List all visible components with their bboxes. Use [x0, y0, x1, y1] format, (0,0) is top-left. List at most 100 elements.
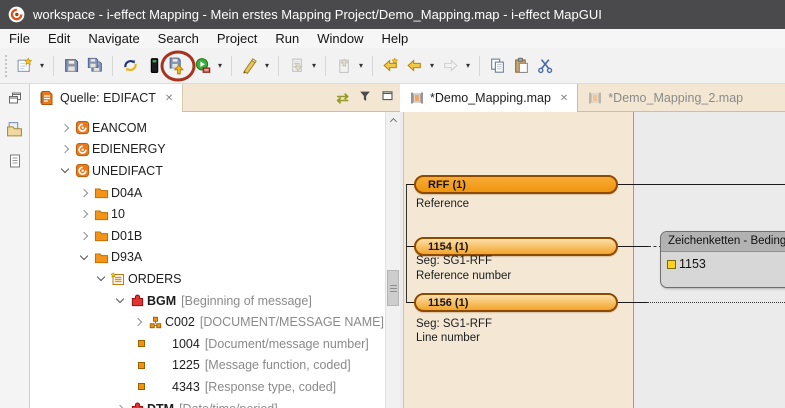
- menu-window[interactable]: Window: [308, 31, 372, 46]
- refresh-icon[interactable]: [118, 53, 142, 79]
- save-all-icon[interactable]: [83, 53, 107, 79]
- scrollbar-thumb[interactable]: [387, 270, 399, 306]
- tree-item-4343[interactable]: 4343 [Response type, coded]: [30, 376, 385, 398]
- tree-desc: [Beginning of message]: [181, 294, 312, 308]
- chevron-down-icon[interactable]: [94, 277, 108, 280]
- tree-item-dtm-partial[interactable]: DTM [Date/time/period]: [30, 398, 385, 408]
- export-icon[interactable]: [331, 53, 355, 79]
- menu-help[interactable]: Help: [372, 31, 417, 46]
- chevron-right-icon[interactable]: [131, 319, 145, 325]
- new-wizard-icon[interactable]: [12, 53, 36, 79]
- chevron-right-icon[interactable]: [77, 211, 91, 217]
- title-bar: workspace - i-effect Mapping - Mein erst…: [0, 0, 785, 29]
- toolbar-separator: [278, 56, 279, 76]
- function-box-item-1153[interactable]: 1153: [661, 252, 785, 271]
- menu-navigate[interactable]: Navigate: [79, 31, 148, 46]
- marker-icon[interactable]: [237, 53, 261, 79]
- paste-icon[interactable]: [509, 53, 533, 79]
- app-window: workspace - i-effect Mapping - Mein erst…: [0, 0, 785, 408]
- import-icon[interactable]: [284, 53, 308, 79]
- tree-label: D04A: [111, 186, 142, 200]
- function-box-zeichenketten[interactable]: Zeichenketten - Beding 1153: [660, 231, 785, 288]
- forward-icon[interactable]: [438, 53, 462, 79]
- menu-file[interactable]: File: [0, 31, 39, 46]
- source-view-header: Quelle: EDIFACT ✕ ⇄: [30, 84, 400, 112]
- tree-label: EDIENERGY: [92, 142, 166, 156]
- mapping-line-1156[interactable]: [618, 302, 647, 303]
- mapping-line-1154[interactable]: [618, 246, 648, 247]
- window-title: workspace - i-effect Mapping - Mein erst…: [33, 7, 602, 22]
- i-effect-icon: [72, 120, 92, 135]
- tree-item-unedifact[interactable]: UNEDIFACT: [30, 160, 385, 182]
- toolbar-grip: [5, 55, 8, 77]
- run-dropdown-arrow[interactable]: ▾: [214, 61, 226, 70]
- copy-icon[interactable]: [485, 53, 509, 79]
- element-icon: [138, 383, 145, 390]
- back-dropdown-arrow[interactable]: ▾: [426, 61, 438, 70]
- menu-run[interactable]: Run: [266, 31, 308, 46]
- tree-item-edienergy[interactable]: EDIENERGY: [30, 139, 385, 161]
- document-icon[interactable]: [7, 153, 23, 174]
- tree-desc: [Message function, coded]: [205, 358, 351, 372]
- element-node-1154[interactable]: 1154 (1): [414, 237, 618, 256]
- menu-edit[interactable]: Edit: [39, 31, 79, 46]
- mapping-line-rff[interactable]: [618, 184, 785, 185]
- link-with-editor-icon[interactable]: ⇄: [336, 89, 349, 107]
- tree-item-10[interactable]: 10: [30, 203, 385, 225]
- fast-view-rail: [0, 84, 30, 408]
- new-dropdown-arrow[interactable]: ▾: [36, 61, 48, 70]
- tree-item-d93a[interactable]: D93A: [30, 247, 385, 269]
- tree-item-c002[interactable]: C002 [DOCUMENT/MESSAGE NAME]: [30, 311, 385, 333]
- tab-demo-mapping-2[interactable]: *Demo_Mapping_2.map: [578, 84, 752, 112]
- chevron-right-icon[interactable]: [77, 233, 91, 239]
- scroll-up-arrow[interactable]: [386, 112, 400, 127]
- map-file-icon: [587, 90, 603, 106]
- save-icon[interactable]: [59, 53, 83, 79]
- tree-label: BGM: [147, 294, 176, 308]
- menu-search[interactable]: Search: [149, 31, 208, 46]
- device-icon[interactable]: [142, 53, 166, 79]
- tree-item-d01b[interactable]: D01B: [30, 225, 385, 247]
- tree-item-orders[interactable]: ORDERS: [30, 268, 385, 290]
- filter-icon[interactable]: [358, 89, 372, 108]
- save-to-host-icon[interactable]: [166, 53, 190, 79]
- element-node-1156[interactable]: 1156 (1): [414, 293, 618, 312]
- close-icon[interactable]: ✕: [165, 93, 173, 104]
- chevron-right-icon[interactable]: [58, 125, 72, 131]
- chevron-down-icon[interactable]: [58, 169, 72, 172]
- tree-item-d04a[interactable]: D04A: [30, 182, 385, 204]
- chevron-down-icon[interactable]: [113, 299, 127, 302]
- last-edit-location-icon[interactable]: [378, 53, 402, 79]
- source-view-tab[interactable]: Quelle: EDIFACT ✕: [30, 84, 183, 112]
- tree-scrollbar[interactable]: [385, 112, 400, 408]
- tree-item-eancom[interactable]: EANCOM: [30, 117, 385, 139]
- maximize-icon[interactable]: [381, 89, 394, 107]
- segment-node-rff[interactable]: RFF (1): [414, 175, 618, 194]
- tree-item-1004[interactable]: 1004 [Document/message number]: [30, 333, 385, 355]
- menu-project[interactable]: Project: [208, 31, 266, 46]
- restore-view-icon[interactable]: [7, 90, 23, 111]
- open-folder-icon[interactable]: [6, 121, 23, 143]
- tab-demo-mapping[interactable]: *Demo_Mapping.map ✕: [400, 84, 578, 112]
- node-label: 1154 (1): [428, 241, 468, 253]
- toolbar-separator: [112, 56, 113, 76]
- tree-item-bgm[interactable]: BGM [Beginning of message]: [30, 290, 385, 312]
- tree-item-1225[interactable]: 1225 [Message function, coded]: [30, 355, 385, 377]
- folder-icon: [91, 250, 111, 265]
- tree-desc: [DOCUMENT/MESSAGE NAME]: [200, 315, 384, 329]
- function-box-title[interactable]: Zeichenketten - Beding: [661, 232, 785, 252]
- close-icon[interactable]: ✕: [560, 93, 568, 104]
- chevron-right-icon[interactable]: [77, 190, 91, 196]
- chevron-right-icon[interactable]: [58, 146, 72, 152]
- cut-icon[interactable]: [533, 53, 557, 79]
- toolbar-separator: [325, 56, 326, 76]
- chevron-down-icon[interactable]: [77, 256, 91, 259]
- import-dropdown-arrow[interactable]: ▾: [308, 61, 320, 70]
- export-dropdown-arrow[interactable]: ▾: [355, 61, 367, 70]
- run-icon[interactable]: [190, 53, 214, 79]
- panel-sash[interactable]: [400, 112, 404, 408]
- back-icon[interactable]: [402, 53, 426, 79]
- forward-dropdown-arrow[interactable]: ▾: [462, 61, 474, 70]
- element-icon: [138, 362, 145, 369]
- marker-dropdown-arrow[interactable]: ▾: [261, 61, 273, 70]
